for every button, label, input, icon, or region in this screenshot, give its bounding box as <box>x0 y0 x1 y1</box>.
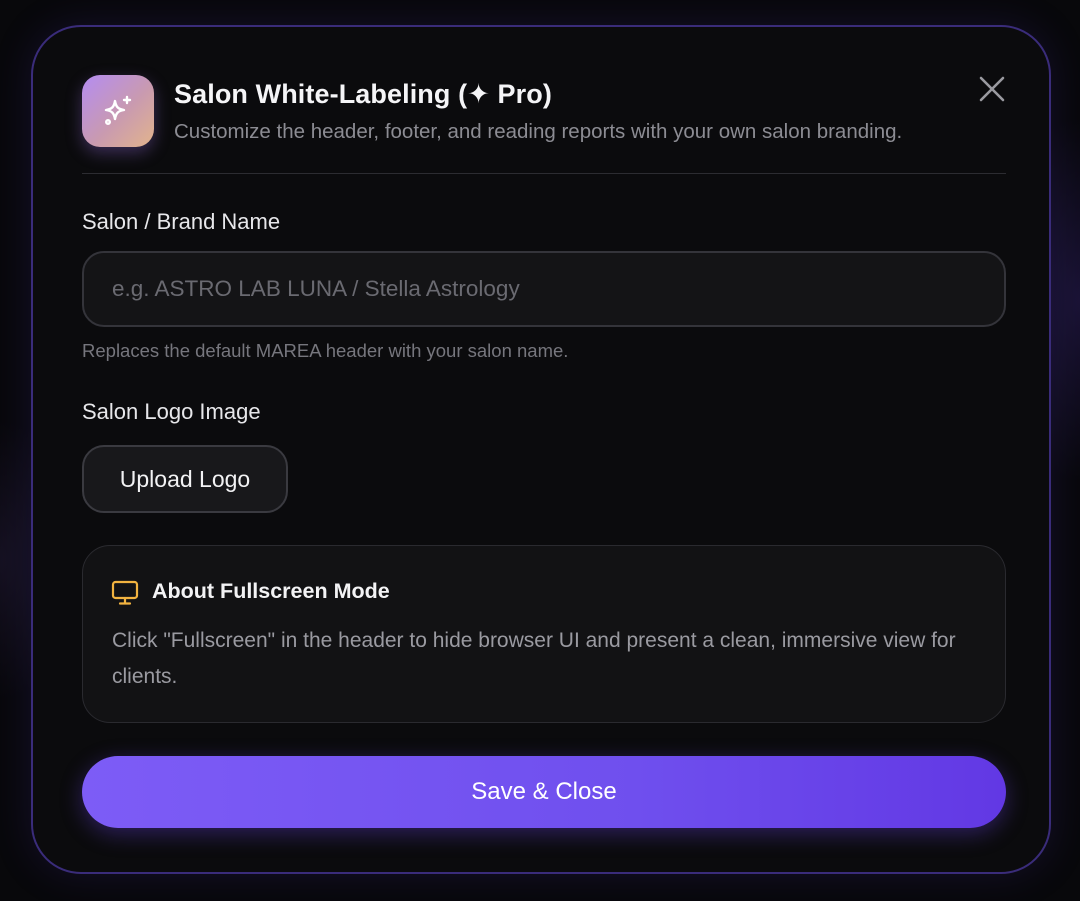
dialog-subtitle: Customize the header, footer, and readin… <box>174 120 903 143</box>
upload-logo-button[interactable]: Upload Logo <box>82 445 288 513</box>
white-labeling-dialog: Salon White-Labeling (✦ Pro) Customize t… <box>31 25 1051 874</box>
close-button[interactable] <box>976 73 1008 105</box>
sparkles-icon <box>82 75 154 147</box>
close-icon <box>979 76 1005 102</box>
logo-label: Salon Logo Image <box>82 399 261 424</box>
brand-name-help: Replaces the default MAREA header with y… <box>82 340 569 361</box>
header-divider <box>82 173 1006 174</box>
monitor-icon <box>111 580 139 605</box>
brand-name-label: Salon / Brand Name <box>82 209 281 234</box>
info-title: About Fullscreen Mode <box>152 579 390 603</box>
brand-name-input[interactable] <box>82 251 1006 327</box>
dialog-title: Salon White-Labeling (✦ Pro) <box>174 79 552 109</box>
fullscreen-info-card: About Fullscreen Mode Click "Fullscreen"… <box>82 545 1006 723</box>
save-and-close-button[interactable]: Save & Close <box>82 756 1006 828</box>
info-body: Click "Fullscreen" in the header to hide… <box>112 629 956 688</box>
